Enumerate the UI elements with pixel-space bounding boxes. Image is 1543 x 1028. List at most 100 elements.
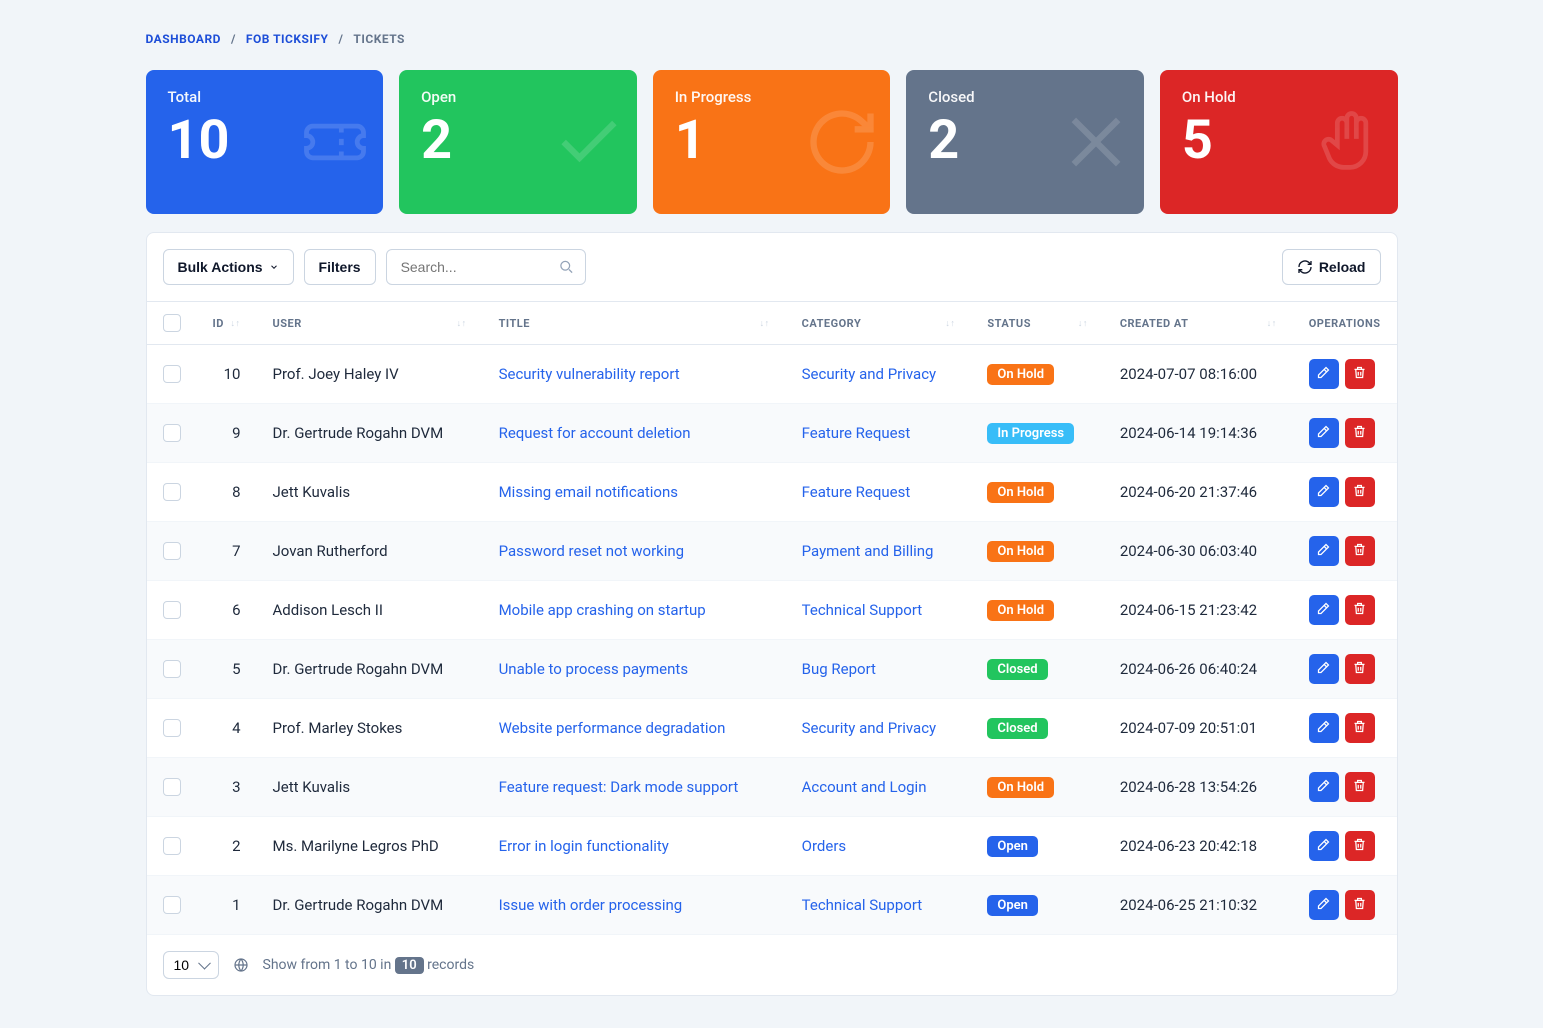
cell-id: 8 bbox=[197, 463, 257, 522]
ticket-category-link[interactable]: Bug Report bbox=[802, 660, 876, 678]
edit-button[interactable] bbox=[1309, 536, 1339, 566]
cell-user: Prof. Joey Haley IV bbox=[257, 345, 483, 404]
ticket-category-link[interactable]: Account and Login bbox=[802, 778, 927, 796]
ticket-title-link[interactable]: Error in login functionality bbox=[499, 837, 669, 855]
edit-button[interactable] bbox=[1309, 890, 1339, 920]
cell-user: Dr. Gertrude Rogahn DVM bbox=[257, 640, 483, 699]
column-header-user[interactable]: USER↓↑ bbox=[257, 302, 483, 345]
column-header-created-at[interactable]: CREATED AT↓↑ bbox=[1104, 302, 1293, 345]
table-row: 8Jett KuvalisMissing email notifications… bbox=[147, 463, 1397, 522]
ticket-category-link[interactable]: Orders bbox=[802, 837, 847, 855]
delete-button[interactable] bbox=[1345, 772, 1375, 802]
edit-button[interactable] bbox=[1309, 359, 1339, 389]
cell-created-at: 2024-06-23 20:42:18 bbox=[1104, 817, 1293, 876]
breadcrumb-fob-ticksify[interactable]: FOB TICKSIFY bbox=[246, 32, 329, 46]
delete-button[interactable] bbox=[1345, 359, 1375, 389]
row-checkbox[interactable] bbox=[163, 896, 181, 914]
stat-card-on-hold[interactable]: On Hold 5 bbox=[1160, 70, 1398, 214]
row-checkbox[interactable] bbox=[163, 778, 181, 796]
edit-icon bbox=[1316, 542, 1331, 560]
bulk-actions-button[interactable]: Bulk Actions bbox=[163, 249, 294, 285]
column-header-id[interactable]: ID↓↑ bbox=[197, 302, 257, 345]
edit-button[interactable] bbox=[1309, 831, 1339, 861]
table-footer: 10 Show from 1 to 10 in 10 records bbox=[147, 935, 1397, 995]
delete-button[interactable] bbox=[1345, 536, 1375, 566]
check-icon bbox=[551, 104, 627, 180]
row-checkbox[interactable] bbox=[163, 483, 181, 501]
edit-icon bbox=[1316, 837, 1331, 855]
globe-icon bbox=[233, 957, 249, 973]
cell-user: Ms. Marilyne Legros PhD bbox=[257, 817, 483, 876]
row-checkbox[interactable] bbox=[163, 424, 181, 442]
breadcrumb-tickets: TICKETS bbox=[353, 32, 405, 46]
delete-button[interactable] bbox=[1345, 890, 1375, 920]
ticket-title-link[interactable]: Missing email notifications bbox=[499, 483, 678, 501]
ticket-category-link[interactable]: Technical Support bbox=[802, 896, 923, 914]
cell-created-at: 2024-07-07 08:16:00 bbox=[1104, 345, 1293, 404]
delete-button[interactable] bbox=[1345, 477, 1375, 507]
edit-icon bbox=[1316, 778, 1331, 796]
ticket-title-link[interactable]: Security vulnerability report bbox=[499, 365, 680, 383]
delete-button[interactable] bbox=[1345, 831, 1375, 861]
ticket-title-link[interactable]: Password reset not working bbox=[499, 542, 685, 560]
column-header-status[interactable]: STATUS↓↑ bbox=[971, 302, 1103, 345]
row-checkbox[interactable] bbox=[163, 542, 181, 560]
tickets-table: ID↓↑ USER↓↑ TITLE↓↑ CATEGORY↓↑ STATUS↓↑ … bbox=[147, 302, 1397, 935]
ticket-title-link[interactable]: Issue with order processing bbox=[499, 896, 683, 914]
search-wrap bbox=[386, 249, 586, 285]
edit-icon bbox=[1316, 365, 1331, 383]
edit-button[interactable] bbox=[1309, 477, 1339, 507]
page-size-select[interactable]: 10 bbox=[163, 951, 219, 979]
edit-button[interactable] bbox=[1309, 713, 1339, 743]
status-badge: On Hold bbox=[987, 364, 1054, 385]
cell-user: Addison Lesch II bbox=[257, 581, 483, 640]
edit-button[interactable] bbox=[1309, 418, 1339, 448]
search-input[interactable] bbox=[386, 249, 586, 285]
delete-button[interactable] bbox=[1345, 654, 1375, 684]
delete-button[interactable] bbox=[1345, 713, 1375, 743]
ticket-title-link[interactable]: Mobile app crashing on startup bbox=[499, 601, 706, 619]
ticket-title-link[interactable]: Website performance degradation bbox=[499, 719, 726, 737]
cell-id: 1 bbox=[197, 876, 257, 935]
row-checkbox[interactable] bbox=[163, 660, 181, 678]
cell-created-at: 2024-06-14 19:14:36 bbox=[1104, 404, 1293, 463]
bulk-actions-label: Bulk Actions bbox=[178, 259, 263, 275]
column-header-title[interactable]: TITLE↓↑ bbox=[483, 302, 786, 345]
ticket-title-link[interactable]: Feature request: Dark mode support bbox=[499, 778, 739, 796]
ticket-title-link[interactable]: Request for account deletion bbox=[499, 424, 691, 442]
cell-id: 2 bbox=[197, 817, 257, 876]
ticket-category-link[interactable]: Feature Request bbox=[802, 424, 911, 442]
ticket-category-link[interactable]: Payment and Billing bbox=[802, 542, 934, 560]
ticket-title-link[interactable]: Unable to process payments bbox=[499, 660, 689, 678]
table-row: 5Dr. Gertrude Rogahn DVMUnable to proces… bbox=[147, 640, 1397, 699]
ticket-category-link[interactable]: Security and Privacy bbox=[802, 719, 937, 737]
trash-icon bbox=[1352, 837, 1367, 855]
edit-button[interactable] bbox=[1309, 595, 1339, 625]
stat-card-total[interactable]: Total 10 bbox=[146, 70, 384, 214]
stat-card-in-progress[interactable]: In Progress 1 bbox=[653, 70, 891, 214]
ticket-category-link[interactable]: Technical Support bbox=[802, 601, 923, 619]
row-checkbox[interactable] bbox=[163, 719, 181, 737]
ticket-category-link[interactable]: Feature Request bbox=[802, 483, 911, 501]
trash-icon bbox=[1352, 896, 1367, 914]
status-badge: Closed bbox=[987, 718, 1047, 739]
stat-card-open[interactable]: Open 2 bbox=[399, 70, 637, 214]
select-all-checkbox[interactable] bbox=[163, 314, 181, 332]
cell-id: 10 bbox=[197, 345, 257, 404]
cell-user: Dr. Gertrude Rogahn DVM bbox=[257, 404, 483, 463]
row-checkbox[interactable] bbox=[163, 837, 181, 855]
column-header-category[interactable]: CATEGORY↓↑ bbox=[786, 302, 972, 345]
hand-icon bbox=[1312, 104, 1388, 180]
row-checkbox[interactable] bbox=[163, 365, 181, 383]
ticket-category-link[interactable]: Security and Privacy bbox=[802, 365, 937, 383]
delete-button[interactable] bbox=[1345, 418, 1375, 448]
edit-button[interactable] bbox=[1309, 654, 1339, 684]
row-checkbox[interactable] bbox=[163, 601, 181, 619]
delete-button[interactable] bbox=[1345, 595, 1375, 625]
cell-user: Dr. Gertrude Rogahn DVM bbox=[257, 876, 483, 935]
edit-button[interactable] bbox=[1309, 772, 1339, 802]
breadcrumb-dashboard[interactable]: DASHBOARD bbox=[146, 32, 221, 46]
reload-button[interactable]: Reload bbox=[1282, 249, 1381, 285]
filters-button[interactable]: Filters bbox=[304, 249, 376, 285]
stat-card-closed[interactable]: Closed 2 bbox=[906, 70, 1144, 214]
